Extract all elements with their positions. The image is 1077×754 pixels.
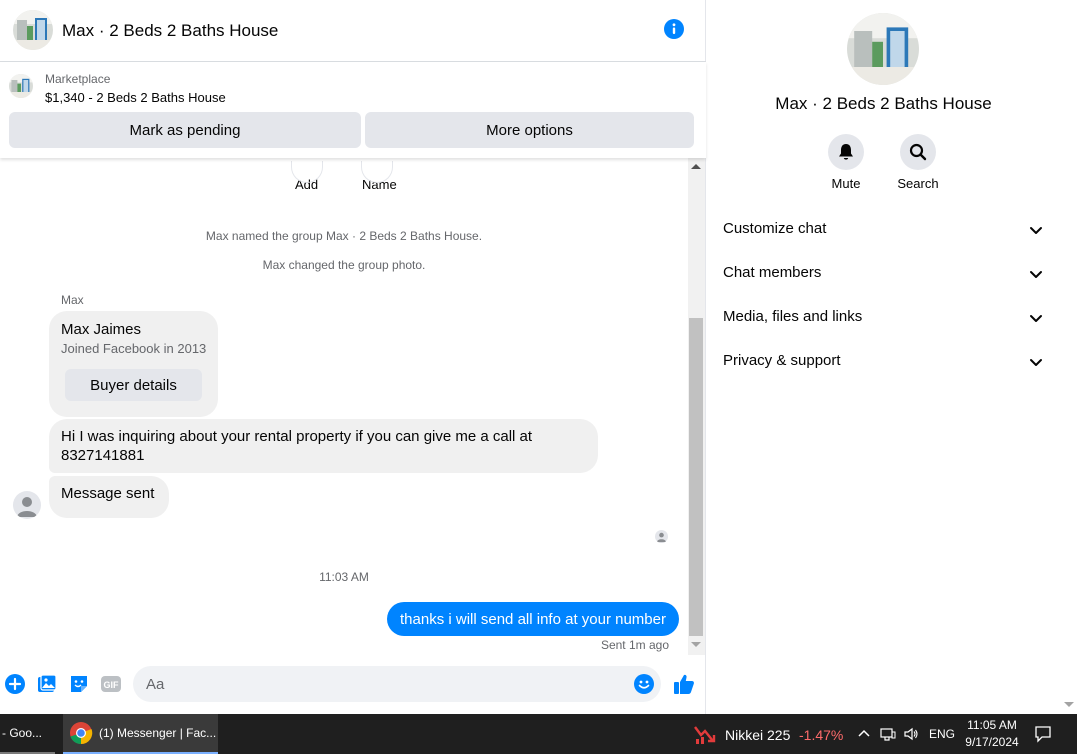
sticker-icon[interactable]: [68, 673, 90, 695]
message-list: Add Name Max named the group Max · 2 Bed…: [0, 158, 688, 655]
more-options-button[interactable]: More options: [365, 112, 694, 148]
plus-icon[interactable]: [4, 673, 26, 695]
composer: GIF: [0, 655, 706, 714]
search-action[interactable]: Search: [888, 134, 948, 191]
chevron-down-icon: [1030, 315, 1042, 322]
menu-privacy-support[interactable]: Privacy & support: [707, 340, 1060, 384]
mute-label: Mute: [831, 176, 861, 191]
conversation-info-panel: Max · 2 Beds 2 Baths House Mute Search C…: [707, 0, 1060, 714]
language-indicator[interactable]: ENG: [929, 727, 955, 741]
menu-chat-members[interactable]: Chat members: [707, 252, 1060, 296]
message-scrollbar[interactable]: [688, 158, 705, 655]
chevron-down-icon: [1030, 227, 1042, 234]
emoji-icon[interactable]: [634, 674, 654, 694]
person-icon: [656, 532, 667, 543]
notification-icon[interactable]: [1034, 725, 1052, 743]
scroll-down-arrow[interactable]: [1064, 702, 1074, 707]
incoming-message[interactable]: Hi I was inquiring about your rental pro…: [49, 419, 598, 473]
search-button[interactable]: [900, 134, 936, 170]
page-scrollbar[interactable]: [1060, 0, 1077, 714]
scroll-down-arrow[interactable]: [691, 642, 701, 647]
taskbar-item-messenger[interactable]: (1) Messenger | Fac...: [63, 714, 218, 754]
sender-avatar[interactable]: [13, 491, 41, 519]
mute-button[interactable]: [828, 134, 864, 170]
search-icon: [909, 143, 927, 161]
info-title: Max · 2 Beds 2 Baths House: [775, 94, 992, 113]
person-icon: [17, 497, 37, 517]
menu-media-files-links[interactable]: Media, files and links: [707, 296, 1060, 340]
system-clock[interactable]: 11:05 AM 9/17/2024: [960, 717, 1024, 751]
marketplace-banner: Marketplace $1,340 - 2 Beds 2 Baths Hous…: [0, 62, 706, 158]
add-people-action[interactable]: Add: [291, 161, 323, 192]
message-input[interactable]: [133, 666, 661, 702]
scroll-thumb[interactable]: [689, 318, 703, 636]
menu-label: Chat members: [723, 264, 822, 281]
name-group-action[interactable]: Name: [361, 161, 397, 192]
chat-pane: Max · 2 Beds 2 Baths House Marketplace $…: [0, 0, 706, 714]
system-message: Max changed the group photo.: [262, 258, 426, 272]
chrome-icon: [70, 722, 93, 745]
messenger-window: Max · 2 Beds 2 Baths House Marketplace $…: [0, 0, 1077, 754]
listing-thumbnail[interactable]: [9, 74, 33, 98]
chevron-down-icon: [1030, 359, 1042, 366]
windows-taskbar: - Goo... (1) Messenger | Fac... Nikkei 2…: [0, 714, 1077, 754]
scroll-up-arrow[interactable]: [691, 164, 701, 169]
chat-title[interactable]: Max · 2 Beds 2 Baths House: [62, 21, 278, 41]
svg-text:GIF: GIF: [104, 680, 120, 690]
info-icon[interactable]: [664, 19, 684, 39]
profile-card: Max Jaimes Joined Facebook in 2013 Buyer…: [49, 311, 218, 417]
network-icon[interactable]: [880, 726, 896, 742]
sent-status: Sent 1m ago: [600, 638, 669, 652]
system-message: Max named the group Max · 2 Beds 2 Baths…: [205, 229, 483, 243]
clock-time: 11:05 AM: [967, 718, 1017, 732]
message-timestamp: 11:03 AM: [319, 570, 369, 584]
menu-label: Privacy & support: [723, 352, 841, 369]
mute-action[interactable]: Mute: [816, 134, 876, 191]
gif-icon[interactable]: GIF: [100, 673, 122, 695]
sender-name: Max: [61, 293, 84, 307]
volume-icon[interactable]: [903, 726, 919, 742]
menu-label: Customize chat: [723, 220, 827, 237]
outgoing-message[interactable]: thanks i will send all info at your numb…: [387, 602, 679, 636]
taskbar-item-label: - Goo...: [2, 726, 43, 740]
group-avatar[interactable]: [13, 10, 53, 50]
group-photo[interactable]: [847, 13, 919, 85]
bell-icon: [839, 144, 853, 160]
stock-down-icon[interactable]: [693, 723, 717, 745]
taskbar-item-label: (1) Messenger | Fac...: [99, 726, 217, 740]
listing-title[interactable]: $1,340 - 2 Beds 2 Baths House: [45, 90, 226, 105]
chat-header: Max · 2 Beds 2 Baths House: [0, 0, 706, 62]
clock-date: 9/17/2024: [965, 735, 1019, 749]
profile-joined: Joined Facebook in 2013: [61, 341, 207, 356]
chevron-up-icon[interactable]: [856, 726, 872, 742]
incoming-message[interactable]: Message sent: [49, 476, 169, 518]
ticker-change[interactable]: -1.47%: [799, 727, 843, 743]
image-icon[interactable]: [36, 673, 58, 695]
mark-pending-button[interactable]: Mark as pending: [9, 112, 361, 148]
chevron-down-icon: [1030, 271, 1042, 278]
taskbar-item-google[interactable]: - Goo...: [0, 714, 55, 754]
buyer-details-button[interactable]: Buyer details: [65, 369, 202, 401]
marketplace-label: Marketplace: [45, 72, 111, 86]
menu-label: Media, files and links: [723, 308, 863, 325]
read-receipt-avatar: [655, 530, 668, 543]
thumbs-up-icon[interactable]: [672, 672, 696, 696]
profile-name: Max Jaimes: [61, 321, 142, 338]
ticker-name[interactable]: Nikkei 225: [725, 727, 790, 743]
menu-customize-chat[interactable]: Customize chat: [707, 208, 1060, 252]
search-label: Search: [897, 176, 939, 191]
